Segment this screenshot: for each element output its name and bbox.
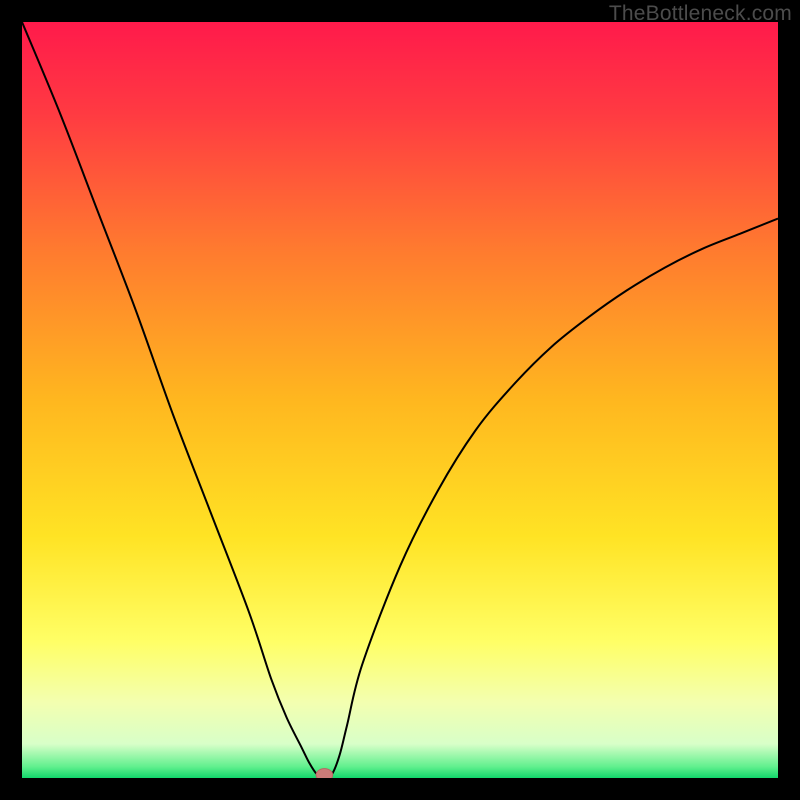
optimal-marker: [316, 769, 333, 778]
plot-background: [22, 22, 778, 778]
chart-frame: TheBottleneck.com: [0, 0, 800, 800]
bottleneck-chart: [22, 22, 778, 778]
